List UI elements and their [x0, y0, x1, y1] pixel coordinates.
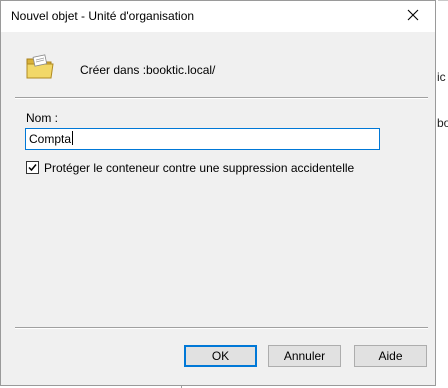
folder-ou-icon	[25, 53, 55, 81]
background-text-fragment: bo	[437, 116, 448, 130]
window-title: Nouvel objet - Unité d'organisation	[11, 9, 195, 23]
background-divider	[438, 0, 448, 1]
protect-checkbox-label[interactable]: Protéger le conteneur contre une suppres…	[44, 161, 354, 175]
new-ou-dialog: Nouvel objet - Unité d'organisation Crée…	[0, 0, 436, 386]
name-input[interactable]: Compta	[25, 128, 380, 150]
name-input-value: Compta	[29, 132, 72, 146]
cancel-button[interactable]: Annuler	[268, 345, 341, 367]
background-window	[436, 0, 448, 388]
text-caret	[72, 131, 74, 145]
create-in-path: booktic.local/	[146, 63, 216, 77]
ok-button[interactable]: OK	[184, 345, 257, 367]
footer-separator	[15, 327, 428, 329]
title-bar[interactable]: Nouvel objet - Unité d'organisation	[1, 1, 435, 32]
help-button[interactable]: Aide	[354, 345, 427, 367]
protect-checkbox[interactable]	[26, 161, 39, 174]
create-in-label: Créer dans :	[80, 63, 147, 77]
close-icon	[407, 9, 419, 24]
background-text-fragment: ic	[437, 70, 446, 84]
close-button[interactable]	[391, 1, 435, 32]
header-separator	[15, 97, 428, 99]
name-label: Nom :	[26, 111, 59, 125]
